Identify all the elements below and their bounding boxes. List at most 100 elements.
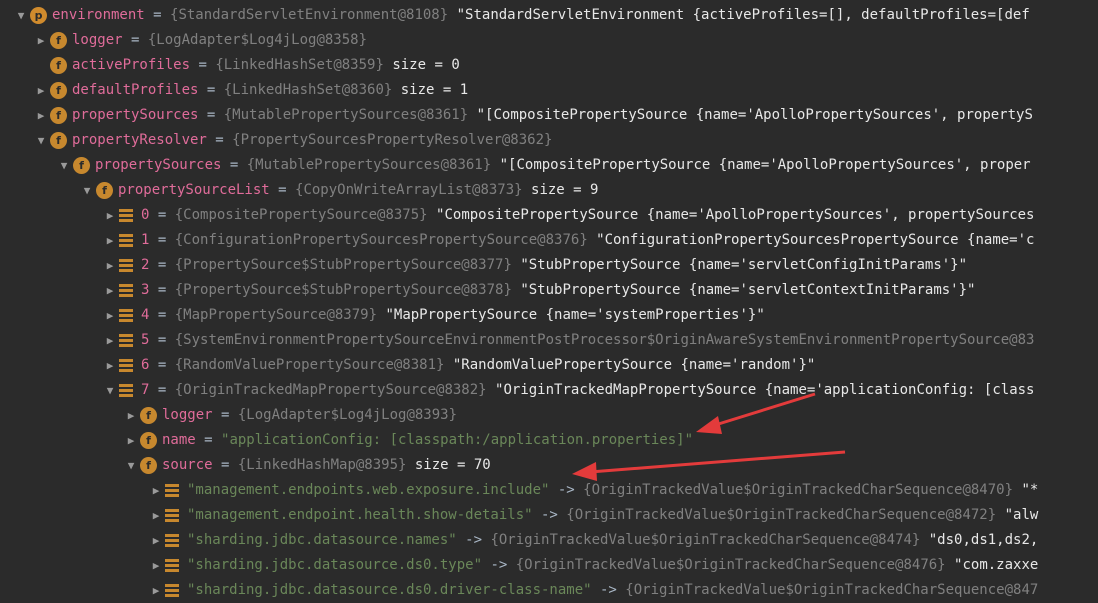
operator: -> xyxy=(532,507,567,523)
collapse-arrow-icon[interactable]: ▼ xyxy=(57,153,71,178)
row-text: activeProfiles = {LinkedHashSet@8359} si… xyxy=(72,53,460,78)
operator: = xyxy=(149,357,175,373)
object-reference: {OriginTrackedValue$OriginTrackedCharSeq… xyxy=(490,532,921,548)
collapse-arrow-icon[interactable]: ▼ xyxy=(80,178,94,203)
tree-row[interactable]: ▶ f defaultProfiles = {LinkedHashSet@8360}… xyxy=(0,78,1098,103)
variable-value: "CompositePropertySource {name='ApolloPr… xyxy=(427,207,1035,223)
operator: = xyxy=(149,307,175,323)
expand-arrow-icon[interactable]: ▶ xyxy=(103,228,117,253)
collapse-arrow-icon[interactable]: ▼ xyxy=(124,453,138,478)
expand-arrow-icon[interactable]: ▶ xyxy=(124,403,138,428)
object-reference: {OriginTrackedValue$OriginTrackedCharSeq… xyxy=(583,482,1014,498)
object-reference: {LinkedHashSet@8360} xyxy=(223,82,393,98)
expand-arrow-icon[interactable]: ▶ xyxy=(149,528,163,553)
row-text: name = "applicationConfig: [classpath:/a… xyxy=(162,428,693,453)
expand-arrow-icon[interactable]: ▶ xyxy=(149,478,163,503)
expand-arrow-icon[interactable]: ▶ xyxy=(34,78,48,103)
list-item-icon xyxy=(119,234,133,247)
object-reference: {CopyOnWriteArrayList@8373} xyxy=(295,182,523,198)
operator: = xyxy=(122,32,148,48)
tree-row[interactable]: ▼ f propertyResolver = {PropertySourcesPro… xyxy=(0,128,1098,153)
variable-value: size = 9 xyxy=(522,182,599,198)
collapse-arrow-icon[interactable]: ▼ xyxy=(103,378,117,403)
tree-row[interactable]: ▶ "management.endpoints.web.exposure.incl… xyxy=(0,478,1098,503)
list-item-icon xyxy=(165,509,179,522)
list-item-icon xyxy=(119,259,133,272)
tree-row[interactable]: ▼ f propertySourceList = {CopyOnWriteArray… xyxy=(0,178,1098,203)
list-item-icon xyxy=(119,309,133,322)
field-icon: f xyxy=(140,457,157,474)
row-text: "management.endpoint.health.show-details… xyxy=(187,503,1038,528)
list-item-icon xyxy=(165,584,179,597)
variable-value: "[CompositePropertySource {name='ApolloP… xyxy=(468,107,1033,123)
variable-name: "management.endpoints.web.exposure.inclu… xyxy=(187,482,550,498)
tree-row[interactable]: ▼ 7 = {OriginTrackedMapPropertySource@838… xyxy=(0,378,1098,403)
field-icon: f xyxy=(50,132,67,149)
expand-arrow-icon[interactable]: ▶ xyxy=(103,203,117,228)
variable-name: propertySources xyxy=(95,157,222,173)
expand-arrow-icon[interactable]: ▶ xyxy=(124,428,138,453)
expand-arrow-icon[interactable]: ▶ xyxy=(149,553,163,578)
variable-value: "StubPropertySource {name='servletContex… xyxy=(511,282,976,298)
tree-row[interactable]: ▶ 3 = {PropertySource$StubPropertySource@… xyxy=(0,278,1098,303)
object-reference: {LinkedHashSet@8359} xyxy=(215,57,384,73)
tree-row[interactable]: f activeProfiles = {LinkedHashSet@8359} s… xyxy=(0,53,1098,78)
expand-arrow-icon[interactable]: ▶ xyxy=(149,578,163,603)
tree-row[interactable]: ▶ 6 = {RandomValuePropertySource@8381} "R… xyxy=(0,353,1098,378)
collapse-arrow-icon[interactable]: ▼ xyxy=(34,128,48,153)
row-text: source = {LinkedHashMap@8395} size = 70 xyxy=(162,453,491,478)
variable-value: "* xyxy=(1013,482,1039,498)
operator: = xyxy=(149,257,175,273)
expand-arrow-icon[interactable]: ▶ xyxy=(34,28,48,53)
object-reference: {StandardServletEnvironment@8108} xyxy=(170,7,449,23)
list-item-icon xyxy=(119,334,133,347)
list-item-icon xyxy=(119,209,133,222)
tree-row[interactable]: ▶ f name = "applicationConfig: [classpath:… xyxy=(0,428,1098,453)
tree-row[interactable]: ▶ 0 = {CompositePropertySource@8375} "Com… xyxy=(0,203,1098,228)
tree-row[interactable]: ▼ f propertySources = {MutablePropertySour… xyxy=(0,153,1098,178)
row-text: 4 = {MapPropertySource@8379} "MapPropert… xyxy=(141,303,765,328)
expand-arrow-icon[interactable]: ▶ xyxy=(103,253,117,278)
operator: = xyxy=(195,432,222,448)
row-text: environment = {StandardServletEnvironmen… xyxy=(52,3,1030,28)
variable-name: "management.endpoint.health.show-details… xyxy=(187,507,533,523)
expand-arrow-icon[interactable]: ▶ xyxy=(103,278,117,303)
operator: = xyxy=(149,207,175,223)
tree-row[interactable]: ▶ "sharding.jdbc.datasource.ds0.type" -> … xyxy=(0,553,1098,578)
row-text: logger = {LogAdapter$Log4jLog@8358} xyxy=(72,28,367,53)
tree-row[interactable]: ▶ f logger = {LogAdapter$Log4jLog@8358} xyxy=(0,28,1098,53)
object-reference: {OriginTrackedValue$OriginTrackedCharSeq… xyxy=(625,582,1039,598)
variable-value: "ConfigurationPropertySourcesPropertySou… xyxy=(587,232,1035,248)
row-text: propertyResolver = {PropertySourcesPrope… xyxy=(72,128,552,153)
operator: = xyxy=(149,332,175,348)
list-item-icon xyxy=(165,534,179,547)
object-reference: {LogAdapter$Log4jLog@8393} xyxy=(237,407,458,423)
tree-row[interactable]: ▶ 2 = {PropertySource$StubPropertySource@… xyxy=(0,253,1098,278)
expand-arrow-icon[interactable]: ▶ xyxy=(34,103,48,128)
tree-row[interactable]: ▼ f source = {LinkedHashMap@8395} size = 7… xyxy=(0,453,1098,478)
tree-row[interactable]: ▶ "sharding.jdbc.datasource.ds0.driver-cl… xyxy=(0,578,1098,603)
tree-row[interactable]: ▼ p environment = {StandardServletEnvironm… xyxy=(0,3,1098,28)
operator: = xyxy=(144,7,171,23)
object-reference: {MapPropertySource@8379} xyxy=(174,307,378,323)
list-item-icon xyxy=(165,484,179,497)
expand-arrow-icon[interactable]: ▶ xyxy=(103,353,117,378)
row-text: logger = {LogAdapter$Log4jLog@8393} xyxy=(162,403,457,428)
tree-row[interactable]: ▶ "management.endpoint.health.show-detail… xyxy=(0,503,1098,528)
tree-row[interactable]: ▶ 4 = {MapPropertySource@8379} "MapProper… xyxy=(0,303,1098,328)
variable-value: "com.zaxxe xyxy=(945,557,1039,573)
operator: = xyxy=(269,182,296,198)
variable-name: logger xyxy=(162,407,213,423)
expand-arrow-icon[interactable]: ▶ xyxy=(103,303,117,328)
tree-row[interactable]: ▶ 1 = {ConfigurationPropertySourcesProper… xyxy=(0,228,1098,253)
tree-row[interactable]: ▶ "sharding.jdbc.datasource.names" -> {Or… xyxy=(0,528,1098,553)
row-text: "management.endpoints.web.exposure.inclu… xyxy=(187,478,1038,503)
object-reference: {PropertySource$StubPropertySource@8378} xyxy=(174,282,512,298)
variable-name: source xyxy=(162,457,213,473)
tree-row[interactable]: ▶ f propertySources = {MutablePropertySour… xyxy=(0,103,1098,128)
expand-arrow-icon[interactable]: ▶ xyxy=(103,328,117,353)
tree-row[interactable]: ▶ f logger = {LogAdapter$Log4jLog@8393} xyxy=(0,403,1098,428)
tree-row[interactable]: ▶ 5 = {SystemEnvironmentPropertySourceEnv… xyxy=(0,328,1098,353)
expand-arrow-icon[interactable]: ▶ xyxy=(149,503,163,528)
collapse-arrow-icon[interactable]: ▼ xyxy=(14,3,28,28)
